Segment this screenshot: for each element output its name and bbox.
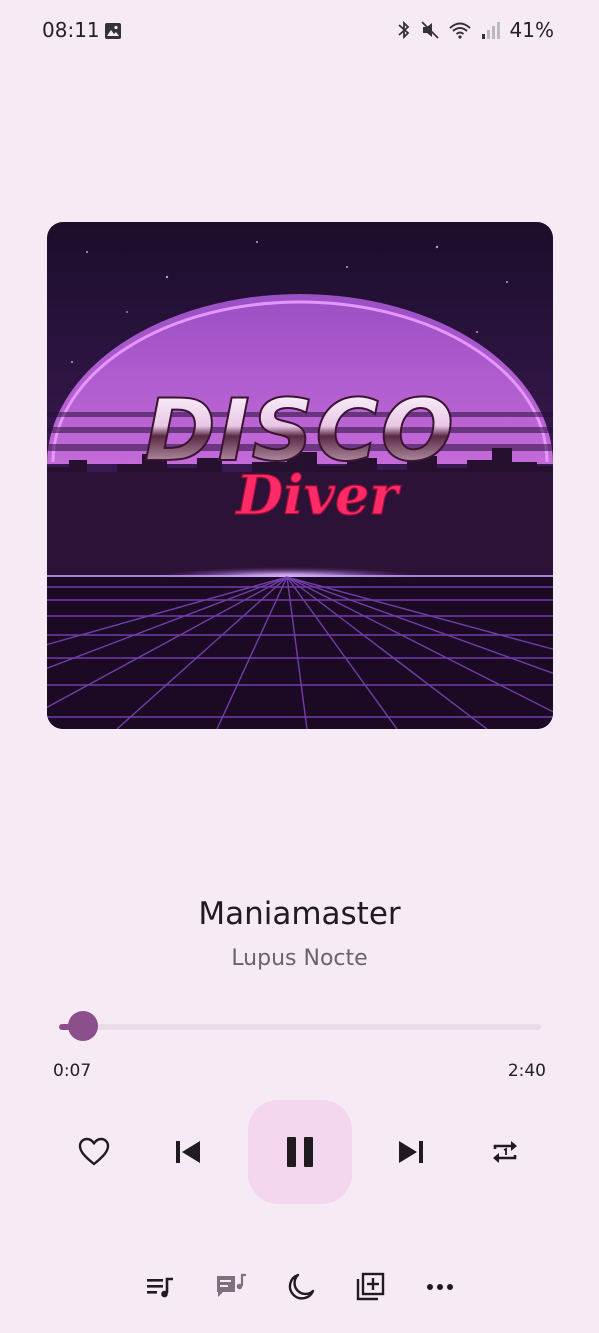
queue-icon [147,1277,173,1298]
repeat-one-icon [493,1141,517,1163]
mute-icon [420,21,439,39]
previous-button[interactable] [168,1132,208,1172]
repeat-button[interactable] [485,1132,525,1172]
status-bar: 08:11 41% [0,0,599,62]
favorite-button[interactable] [74,1132,114,1172]
wifi-icon [448,22,471,39]
status-icons: 41% [396,18,554,42]
bluetooth-icon [397,20,409,40]
bottom-toolbar [0,1262,599,1312]
favorite-heart-icon [78,1137,110,1166]
add-to-playlist-button[interactable] [353,1270,387,1304]
more-icon [427,1284,453,1290]
total-time: 2:40 [507,1061,546,1081]
track-title: Maniamaster [198,896,401,932]
status-time: 08:11 [42,18,100,42]
queue-button[interactable] [143,1270,177,1304]
pause-button[interactable] [248,1100,352,1204]
more-options-button[interactable] [423,1270,457,1304]
seek-bar[interactable] [59,1024,541,1030]
add-to-playlist-icon [356,1272,385,1301]
pause-icon [287,1137,313,1167]
battery-percent: 41% [509,18,554,42]
next-button[interactable] [391,1132,431,1172]
seek-bar-thumb[interactable] [68,1011,99,1041]
track-artist[interactable]: Lupus Nocte [0,946,599,971]
lyrics-icon [217,1273,246,1297]
album-art: DISCO Diver [47,222,553,729]
elapsed-time: 0:07 [53,1061,92,1081]
sleep-timer-button[interactable] [284,1270,318,1304]
lyrics-button[interactable] [214,1270,248,1304]
skip-next-icon [399,1141,423,1163]
signal-icon [481,22,500,39]
gallery-icon [105,23,121,39]
skip-previous-icon [176,1141,200,1163]
album-art-script: Diver [234,463,401,527]
sleep-timer-icon [288,1273,315,1300]
